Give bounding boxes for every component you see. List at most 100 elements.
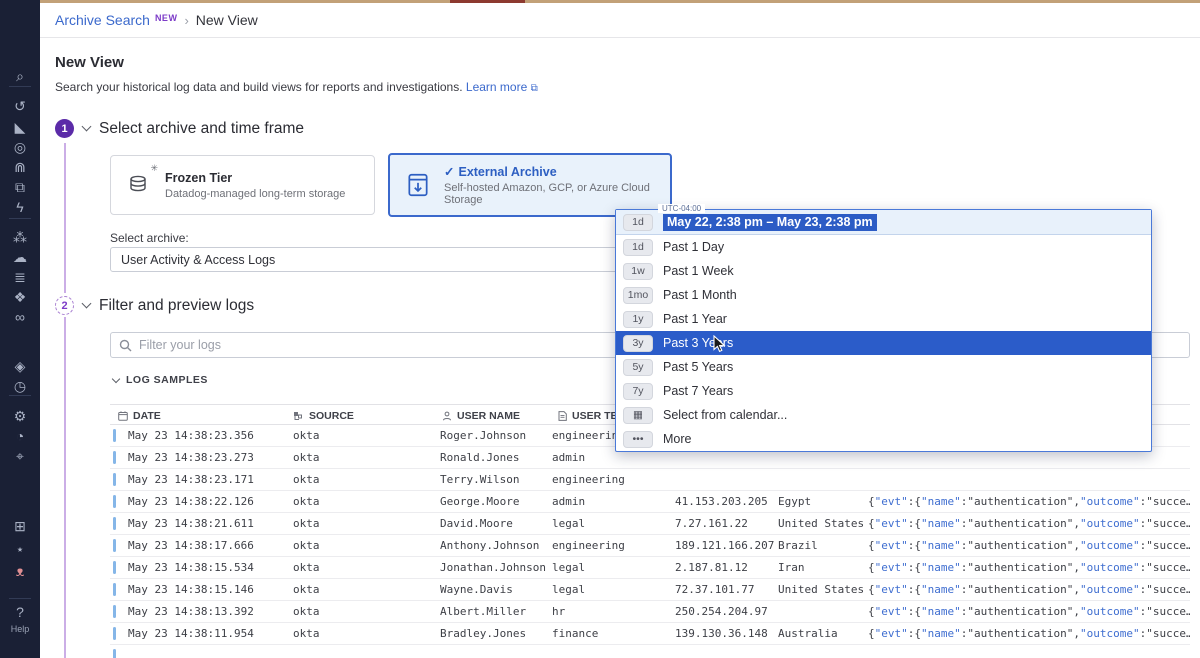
cell-date: May 23 14:38:23.171 xyxy=(128,473,254,486)
time-option-past-1-month[interactable]: 1moPast 1 Month xyxy=(616,283,1151,307)
sidebar-divider xyxy=(9,598,31,599)
security-bug-icon[interactable]: ⚙ xyxy=(0,408,40,424)
external-link-icon: ⧉ xyxy=(531,83,538,94)
search-icon xyxy=(119,339,132,352)
search-icon[interactable]: ⌕ xyxy=(0,68,40,84)
document-icon xyxy=(558,411,567,421)
cell-src: okta xyxy=(293,627,320,640)
range-badge: 1d xyxy=(623,239,653,256)
sidebar-item-help[interactable]: ? Help xyxy=(0,604,40,634)
cell-ctry: Egypt xyxy=(778,495,811,508)
range-badge: 5y xyxy=(623,359,653,376)
cell-src: okta xyxy=(293,473,320,486)
table-row[interactable]: May 23 14:38:21.611oktaDavid.Moorelegal7… xyxy=(110,513,1190,535)
time-option-past-5-years[interactable]: 5yPast 5 Years xyxy=(616,355,1151,379)
step-1-header[interactable]: 1 Select archive and time frame xyxy=(55,119,304,138)
recording-strip-segment xyxy=(450,0,525,3)
cell-user: Jonathan.Johnson xyxy=(440,561,546,574)
column-header-source: SOURCE xyxy=(293,405,354,426)
time-option-label: More xyxy=(663,432,691,446)
cell-src: okta xyxy=(293,539,320,552)
column-header-user-name: USER NAME xyxy=(442,405,520,426)
cell-json-preview: {"evt":{"name":"authentication","outcome… xyxy=(868,583,1190,596)
cell-user: Ronald.Jones xyxy=(440,451,519,464)
time-option-past-7-years[interactable]: 7yPast 7 Years xyxy=(616,379,1151,403)
cell-team: engineering xyxy=(552,429,625,442)
table-row[interactable]: May 23 14:38:23.171oktaTerry.Wilsonengin… xyxy=(110,469,1190,491)
table-row[interactable]: May 23 14:38:22.126oktaGeorge.Mooreadmin… xyxy=(110,491,1190,513)
table-row[interactable]: May 23 14:38:11.954oktaBradley.Jonesfina… xyxy=(110,623,1190,645)
time-period-input-value[interactable]: May 22, 2:38 pm – May 23, 2:38 pm xyxy=(663,214,877,231)
table-row[interactable]: May 23 14:38:17.666oktaAnthony.Johnsonen… xyxy=(110,535,1190,557)
puzzle-icon[interactable]: ⊞ xyxy=(0,518,40,534)
lightning-icon[interactable]: ϟ xyxy=(0,199,40,215)
time-period-combobox[interactable]: UTC-04:00 1d May 22, 2:38 pm – May 23, 2… xyxy=(616,210,1151,235)
cell-src: okta xyxy=(293,451,320,464)
time-option-past-1-week[interactable]: 1wPast 1 Week xyxy=(616,259,1151,283)
cell-src: okta xyxy=(293,583,320,596)
time-period-options: 1dPast 1 Day1wPast 1 Week1moPast 1 Month… xyxy=(616,235,1151,451)
time-option-select-from-calendar-[interactable]: ▦Select from calendar... xyxy=(616,403,1151,427)
metrics-chart-icon[interactable]: ◣ xyxy=(0,119,40,135)
table-row-partial[interactable] xyxy=(110,645,1190,658)
breadcrumb: Archive Search NEW › New View xyxy=(55,12,258,28)
chevron-down-icon[interactable] xyxy=(82,299,92,309)
time-option-past-1-day[interactable]: 1dPast 1 Day xyxy=(616,235,1151,259)
table-row[interactable]: May 23 14:38:13.392oktaAlbert.Millerhr25… xyxy=(110,601,1190,623)
cell-team: hr xyxy=(552,605,565,618)
archive-select-dropdown[interactable]: User Activity & Access Logs ▾ xyxy=(110,247,635,272)
cell-ip: 250.254.204.97 xyxy=(675,605,768,618)
cell-user: George.Moore xyxy=(440,495,519,508)
log-table-body: May 23 14:38:23.356oktaRoger.Johnsonengi… xyxy=(110,425,1190,658)
timer-icon[interactable]: ◷ xyxy=(0,378,40,394)
cell-json-preview: {"evt":{"name":"authentication","outcome… xyxy=(868,539,1190,552)
cell-ctry: Australia xyxy=(778,627,838,640)
time-option-past-3-years[interactable]: 3yPast 3 Years xyxy=(616,331,1151,355)
breadcrumb-current: New View xyxy=(196,12,258,28)
cluster-icon[interactable]: ⁂ xyxy=(0,229,40,245)
link-icon[interactable]: ∞ xyxy=(0,309,40,325)
row-status-bar xyxy=(113,429,116,442)
row-status-bar xyxy=(113,473,116,486)
time-option-more[interactable]: •••More xyxy=(616,427,1151,451)
table-row[interactable]: May 23 14:38:15.534oktaJonathan.Johnsonl… xyxy=(110,557,1190,579)
row-status-bar xyxy=(113,561,116,574)
cloud-cost-icon[interactable]: ☁ xyxy=(0,249,40,265)
learn-more-link[interactable]: Learn more xyxy=(466,80,527,94)
chevron-down-icon[interactable] xyxy=(82,122,92,132)
page-title: New View xyxy=(55,54,124,71)
cell-ctry: United States xyxy=(778,517,864,530)
breadcrumb-archive-search-link[interactable]: Archive Search xyxy=(55,12,150,28)
table-row[interactable]: May 23 14:38:15.146oktaWayne.Davislegal7… xyxy=(110,579,1190,601)
card-title: ✓External Archive xyxy=(444,164,670,179)
time-option-label: Past 1 Week xyxy=(663,264,734,278)
step-1-number: 1 xyxy=(55,119,74,138)
filter-list-icon[interactable]: ≣ xyxy=(0,269,40,285)
layers-icon[interactable]: ⧉ xyxy=(0,179,40,195)
range-badge: 1mo xyxy=(623,287,653,304)
history-icon[interactable]: ↺ xyxy=(0,98,40,114)
cell-ip: 189.121.166.207 xyxy=(675,539,774,552)
external-archive-card[interactable]: ✓External Archive Self-hosted Amazon, GC… xyxy=(388,153,672,217)
apps-icon[interactable]: ❖ xyxy=(0,289,40,305)
bits-ai-mascot-icon[interactable]: ᴥ xyxy=(0,563,40,579)
row-status-bar xyxy=(113,517,116,530)
cell-team: engineering xyxy=(552,473,625,486)
cell-user: Albert.Miller xyxy=(440,605,526,618)
step-2-header[interactable]: 2 Filter and preview logs xyxy=(55,296,254,315)
sidebar-divider xyxy=(9,86,31,87)
cell-ip: 72.37.101.77 xyxy=(675,583,754,596)
frozen-tier-card[interactable]: ✳ Frozen Tier Datadog-managed long-term … xyxy=(110,155,375,215)
log-samples-toggle[interactable]: LOG SAMPLES xyxy=(113,374,208,386)
log-search-icon[interactable]: ⌖ xyxy=(0,448,40,464)
shield-icon[interactable]: ◈ xyxy=(0,358,40,374)
apm-target-icon[interactable]: ◎ xyxy=(0,139,40,155)
cell-json-preview: {"evt":{"name":"authentication","outcome… xyxy=(868,605,1190,618)
sparkle-icon[interactable]: ⋆ xyxy=(0,541,40,557)
cell-user: Roger.Johnson xyxy=(440,429,526,442)
gauge-icon[interactable]: ◔ xyxy=(0,428,40,444)
time-option-past-1-year[interactable]: 1yPast 1 Year xyxy=(616,307,1151,331)
cell-team: admin xyxy=(552,495,585,508)
row-status-bar xyxy=(113,583,116,596)
watchdog-binoculars-icon[interactable]: ⋒ xyxy=(0,159,40,175)
